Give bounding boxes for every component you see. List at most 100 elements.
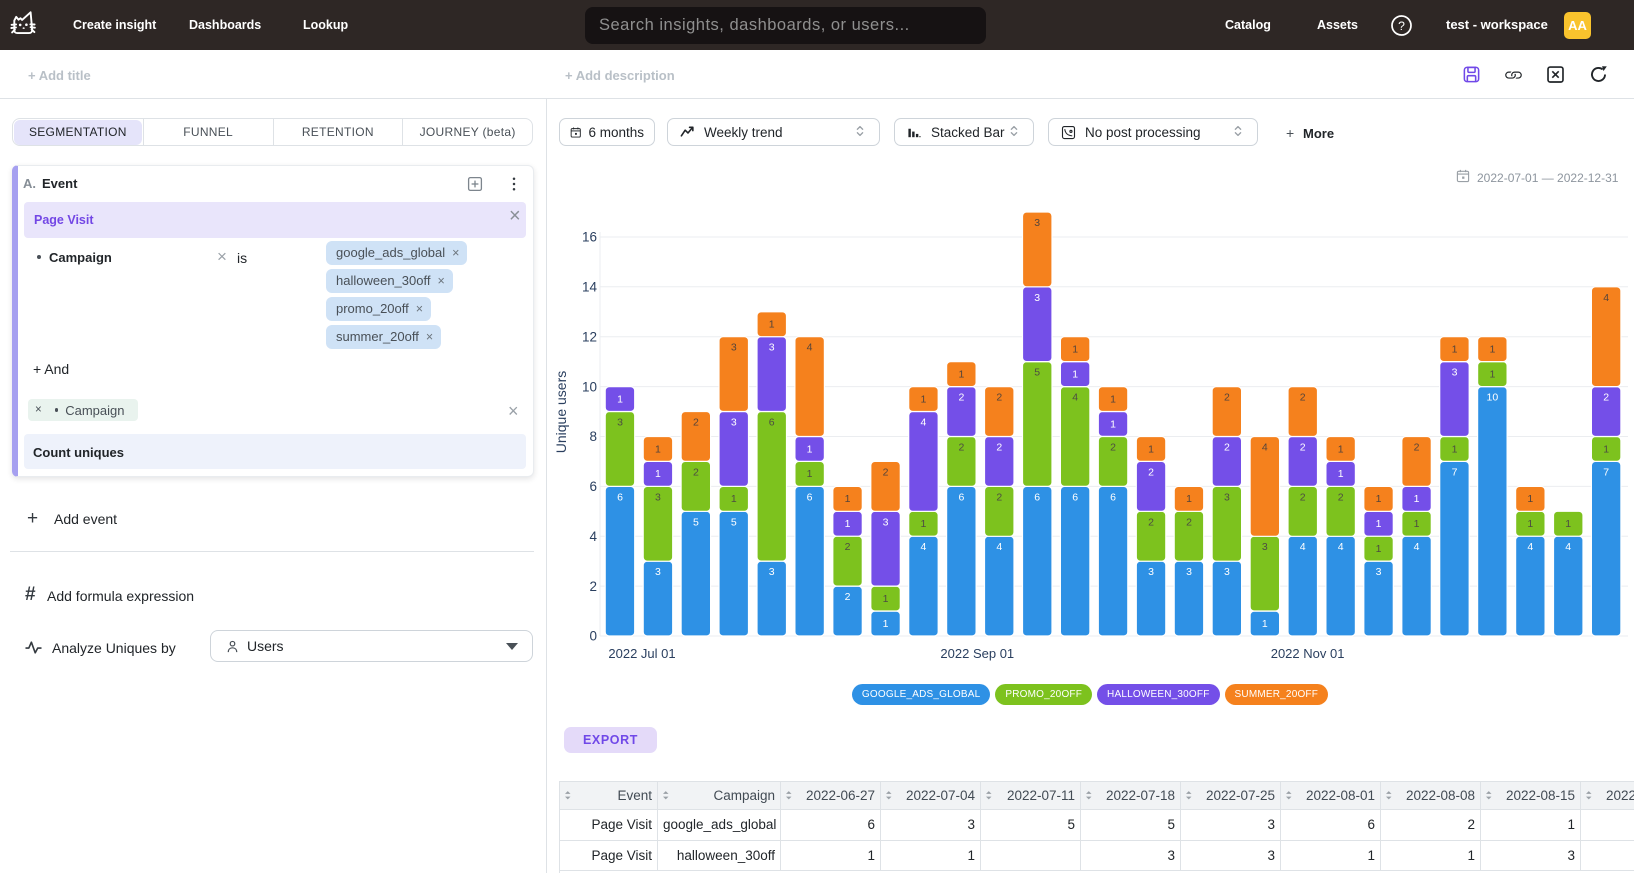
svg-text:6: 6 bbox=[958, 491, 964, 503]
svg-text:1: 1 bbox=[920, 518, 926, 530]
svg-text:?: ? bbox=[1398, 19, 1405, 33]
svg-text:3: 3 bbox=[769, 566, 775, 578]
svg-text:2: 2 bbox=[1224, 442, 1230, 454]
svg-text:2: 2 bbox=[693, 417, 699, 429]
svg-text:1: 1 bbox=[1110, 418, 1116, 430]
svg-text:5: 5 bbox=[1034, 367, 1040, 379]
svg-text:1: 1 bbox=[845, 518, 851, 530]
svg-text:1: 1 bbox=[845, 493, 851, 505]
svg-text:1: 1 bbox=[1489, 369, 1495, 381]
svg-text:6: 6 bbox=[769, 417, 775, 429]
svg-text:3: 3 bbox=[1034, 217, 1040, 229]
svg-text:8: 8 bbox=[589, 429, 597, 444]
svg-text:4: 4 bbox=[1527, 541, 1533, 553]
svg-text:3: 3 bbox=[731, 417, 737, 429]
svg-text:3: 3 bbox=[1224, 491, 1230, 503]
svg-text:2: 2 bbox=[693, 466, 699, 478]
svg-text:1: 1 bbox=[807, 443, 813, 455]
svg-text:3: 3 bbox=[655, 566, 661, 578]
svg-text:1: 1 bbox=[1072, 344, 1078, 356]
svg-text:4: 4 bbox=[589, 529, 597, 544]
svg-text:2: 2 bbox=[1300, 442, 1306, 454]
svg-text:7: 7 bbox=[1603, 466, 1609, 478]
svg-text:2: 2 bbox=[1300, 392, 1306, 404]
svg-text:12: 12 bbox=[582, 329, 597, 344]
svg-text:3: 3 bbox=[655, 491, 661, 503]
svg-text:0: 0 bbox=[589, 629, 597, 644]
svg-text:1: 1 bbox=[1186, 493, 1192, 505]
svg-text:1: 1 bbox=[1376, 493, 1382, 505]
svg-text:1: 1 bbox=[807, 468, 813, 480]
svg-text:3: 3 bbox=[1262, 541, 1268, 553]
svg-text:1: 1 bbox=[1527, 493, 1533, 505]
svg-text:2: 2 bbox=[589, 579, 597, 594]
svg-text:3: 3 bbox=[1148, 566, 1154, 578]
svg-text:2: 2 bbox=[996, 491, 1002, 503]
svg-text:6: 6 bbox=[617, 491, 623, 503]
svg-text:1: 1 bbox=[1452, 443, 1458, 455]
svg-text:1: 1 bbox=[769, 319, 775, 331]
svg-text:16: 16 bbox=[582, 230, 597, 245]
svg-text:4: 4 bbox=[1262, 442, 1268, 454]
svg-text:14: 14 bbox=[582, 280, 598, 295]
svg-text:4: 4 bbox=[1338, 541, 1344, 553]
svg-text:1: 1 bbox=[883, 593, 889, 605]
svg-text:1: 1 bbox=[1603, 443, 1609, 455]
svg-text:4: 4 bbox=[920, 541, 926, 553]
svg-text:1: 1 bbox=[655, 468, 661, 480]
svg-text:1: 1 bbox=[1110, 393, 1116, 405]
svg-text:3: 3 bbox=[1224, 566, 1230, 578]
svg-text:1: 1 bbox=[1414, 493, 1420, 505]
svg-text:3: 3 bbox=[1376, 566, 1382, 578]
svg-text:3: 3 bbox=[769, 342, 775, 354]
svg-text:2: 2 bbox=[1300, 491, 1306, 503]
svg-text:10: 10 bbox=[582, 379, 597, 394]
svg-text:2: 2 bbox=[1224, 392, 1230, 404]
svg-text:1: 1 bbox=[958, 369, 964, 381]
svg-text:4: 4 bbox=[1414, 541, 1420, 553]
svg-text:3: 3 bbox=[1034, 292, 1040, 304]
svg-text:6: 6 bbox=[807, 491, 813, 503]
svg-text:1: 1 bbox=[1338, 468, 1344, 480]
svg-text:7: 7 bbox=[1452, 466, 1458, 478]
svg-text:4: 4 bbox=[807, 342, 813, 354]
svg-text:1: 1 bbox=[617, 393, 623, 405]
svg-text:6: 6 bbox=[589, 479, 597, 494]
svg-text:2022 Nov 01: 2022 Nov 01 bbox=[1271, 646, 1345, 661]
svg-text:1: 1 bbox=[1072, 369, 1078, 381]
svg-text:1: 1 bbox=[1489, 344, 1495, 356]
svg-text:Unique users: Unique users bbox=[553, 371, 569, 454]
svg-text:2: 2 bbox=[958, 392, 964, 404]
svg-text:4: 4 bbox=[1300, 541, 1306, 553]
svg-text:1: 1 bbox=[1527, 518, 1533, 530]
svg-text:1: 1 bbox=[1148, 443, 1154, 455]
svg-text:5: 5 bbox=[731, 516, 737, 528]
svg-text:4: 4 bbox=[1603, 292, 1609, 304]
svg-text:2: 2 bbox=[996, 442, 1002, 454]
svg-text:1: 1 bbox=[1452, 344, 1458, 356]
svg-text:6: 6 bbox=[1072, 491, 1078, 503]
svg-text:1: 1 bbox=[1565, 518, 1571, 530]
svg-text:1: 1 bbox=[1376, 518, 1382, 530]
svg-text:2022 Sep 01: 2022 Sep 01 bbox=[940, 646, 1014, 661]
svg-text:4: 4 bbox=[920, 417, 926, 429]
svg-text:2: 2 bbox=[1186, 516, 1192, 528]
svg-text:2: 2 bbox=[1338, 491, 1344, 503]
svg-text:2: 2 bbox=[883, 466, 889, 478]
svg-text:2: 2 bbox=[958, 442, 964, 454]
svg-text:3: 3 bbox=[731, 342, 737, 354]
svg-text:2: 2 bbox=[1414, 442, 1420, 454]
svg-text:1: 1 bbox=[1262, 618, 1268, 630]
svg-text:2: 2 bbox=[996, 392, 1002, 404]
svg-text:1: 1 bbox=[920, 393, 926, 405]
svg-text:3: 3 bbox=[883, 516, 889, 528]
svg-text:1: 1 bbox=[883, 618, 889, 630]
svg-text:4: 4 bbox=[1565, 541, 1571, 553]
svg-text:3: 3 bbox=[617, 417, 623, 429]
svg-text:4: 4 bbox=[996, 541, 1002, 553]
svg-text:2: 2 bbox=[1148, 466, 1154, 478]
svg-text:3: 3 bbox=[1452, 367, 1458, 379]
svg-text:2: 2 bbox=[845, 541, 851, 553]
svg-text:2: 2 bbox=[1603, 392, 1609, 404]
svg-text:6: 6 bbox=[1110, 491, 1116, 503]
